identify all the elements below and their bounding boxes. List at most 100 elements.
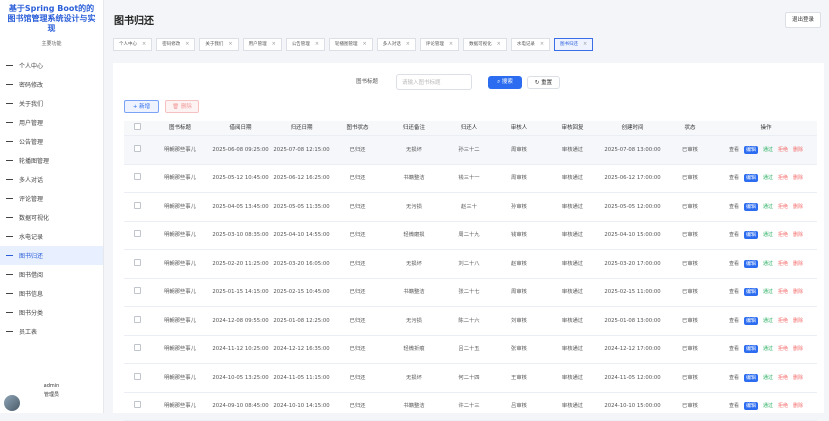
tab[interactable]: 密码修改×	[156, 38, 195, 51]
approve-button[interactable]: 通过	[763, 374, 773, 382]
select-all-checkbox[interactable]	[134, 123, 141, 130]
edit-button[interactable]: 编辑	[744, 317, 758, 325]
close-icon[interactable]: ×	[497, 39, 501, 50]
sidebar-item[interactable]: 个人中心	[0, 56, 103, 75]
close-icon[interactable]: ×	[272, 39, 276, 50]
row-checkbox[interactable]	[134, 373, 141, 380]
approve-button[interactable]: 通过	[763, 317, 773, 325]
reject-button[interactable]: 拒绝	[778, 374, 788, 382]
view-button[interactable]: 查看	[729, 345, 739, 353]
close-icon[interactable]: ×	[142, 39, 146, 50]
reject-button[interactable]: 拒绝	[778, 260, 788, 268]
close-icon[interactable]: ×	[406, 39, 410, 50]
reject-button[interactable]: 拒绝	[778, 174, 788, 182]
reject-button[interactable]: 拒绝	[778, 146, 788, 154]
tab[interactable]: 数据可视化×	[463, 38, 507, 51]
edit-button[interactable]: 编辑	[744, 174, 758, 182]
tab[interactable]: 评论管理×	[420, 38, 459, 51]
close-icon[interactable]: ×	[449, 39, 453, 50]
approve-button[interactable]: 通过	[763, 174, 773, 182]
sidebar-item[interactable]: 轮播图管理	[0, 151, 103, 170]
reset-button[interactable]: ↻ 重置	[527, 76, 560, 89]
sidebar-item[interactable]: 关于我们	[0, 94, 103, 113]
sidebar-item[interactable]: 水电记录	[0, 227, 103, 246]
sidebar-item[interactable]: 员工表	[0, 322, 103, 341]
row-checkbox[interactable]	[134, 259, 141, 266]
sidebar-item[interactable]: 图书信息	[0, 284, 103, 303]
close-icon[interactable]: ×	[540, 39, 544, 50]
logout-button[interactable]: 退出登录	[785, 12, 821, 28]
delete-button[interactable]: 删除	[793, 402, 803, 410]
edit-button[interactable]: 编辑	[744, 231, 758, 239]
edit-button[interactable]: 编辑	[744, 288, 758, 296]
row-checkbox[interactable]	[134, 316, 141, 323]
sidebar-item[interactable]: 图书分类	[0, 303, 103, 322]
delete-button[interactable]: 删除	[793, 174, 803, 182]
sidebar-item[interactable]: 图书归还	[0, 246, 103, 265]
sidebar-item[interactable]: 密码修改	[0, 75, 103, 94]
edit-button[interactable]: 编辑	[744, 260, 758, 268]
delete-button[interactable]: 删除	[793, 345, 803, 353]
reject-button[interactable]: 拒绝	[778, 317, 788, 325]
avatar[interactable]	[4, 395, 20, 411]
reject-button[interactable]: 拒绝	[778, 231, 788, 239]
reject-button[interactable]: 拒绝	[778, 402, 788, 410]
edit-button[interactable]: 编辑	[744, 345, 758, 353]
approve-button[interactable]: 通过	[763, 402, 773, 410]
sidebar-item[interactable]: 数据可视化	[0, 208, 103, 227]
close-icon[interactable]: ×	[228, 39, 232, 50]
view-button[interactable]: 查看	[729, 146, 739, 154]
reject-button[interactable]: 拒绝	[778, 288, 788, 296]
approve-button[interactable]: 通过	[763, 203, 773, 211]
reject-button[interactable]: 拒绝	[778, 345, 788, 353]
delete-button[interactable]: 删除	[793, 146, 803, 154]
close-icon[interactable]: ×	[315, 39, 319, 50]
edit-button[interactable]: 编辑	[744, 146, 758, 154]
tab[interactable]: 个人中心×	[113, 38, 152, 51]
approve-button[interactable]: 通过	[763, 231, 773, 239]
edit-button[interactable]: 编辑	[744, 203, 758, 211]
edit-button[interactable]: 编辑	[744, 374, 758, 382]
tab[interactable]: 多人对话×	[377, 38, 416, 51]
row-checkbox[interactable]	[134, 344, 141, 351]
tab[interactable]: 公告管理×	[286, 38, 325, 51]
delete-button[interactable]: 删除	[793, 288, 803, 296]
close-icon[interactable]: ×	[583, 39, 587, 50]
delete-button[interactable]: 删除	[793, 260, 803, 268]
tab[interactable]: 用户管理×	[243, 38, 282, 51]
reject-button[interactable]: 拒绝	[778, 203, 788, 211]
close-icon[interactable]: ×	[363, 39, 367, 50]
close-icon[interactable]: ×	[185, 39, 189, 50]
view-button[interactable]: 查看	[729, 260, 739, 268]
view-button[interactable]: 查看	[729, 374, 739, 382]
tab[interactable]: 水电记录×	[511, 38, 550, 51]
tab[interactable]: 轮播图管理×	[329, 38, 373, 51]
delete-button[interactable]: 删除	[793, 374, 803, 382]
view-button[interactable]: 查看	[729, 174, 739, 182]
view-button[interactable]: 查看	[729, 317, 739, 325]
row-checkbox[interactable]	[134, 173, 141, 180]
delete-button[interactable]: 删除	[793, 317, 803, 325]
sidebar-item[interactable]: 评论管理	[0, 189, 103, 208]
sidebar-item[interactable]: 图书借阅	[0, 265, 103, 284]
approve-button[interactable]: 通过	[763, 260, 773, 268]
approve-button[interactable]: 通过	[763, 345, 773, 353]
row-checkbox[interactable]	[134, 202, 141, 209]
edit-button[interactable]: 编辑	[744, 402, 758, 410]
row-checkbox[interactable]	[134, 145, 141, 152]
view-button[interactable]: 查看	[729, 203, 739, 211]
sidebar-item[interactable]: 用户管理	[0, 113, 103, 132]
delete-button[interactable]: 删除	[793, 231, 803, 239]
tab[interactable]: 关于我们×	[199, 38, 238, 51]
search-input[interactable]: 请输入图书标题	[396, 74, 472, 90]
sidebar-item[interactable]: 多人对话	[0, 170, 103, 189]
approve-button[interactable]: 通过	[763, 288, 773, 296]
view-button[interactable]: 查看	[729, 231, 739, 239]
row-checkbox[interactable]	[134, 401, 141, 408]
tab[interactable]: 图书归还×	[554, 38, 593, 51]
row-checkbox[interactable]	[134, 287, 141, 294]
delete-button[interactable]: 删除	[793, 203, 803, 211]
batch-delete-button[interactable]: 🗑 删除	[165, 100, 199, 113]
view-button[interactable]: 查看	[729, 402, 739, 410]
sidebar-item[interactable]: 公告管理	[0, 132, 103, 151]
